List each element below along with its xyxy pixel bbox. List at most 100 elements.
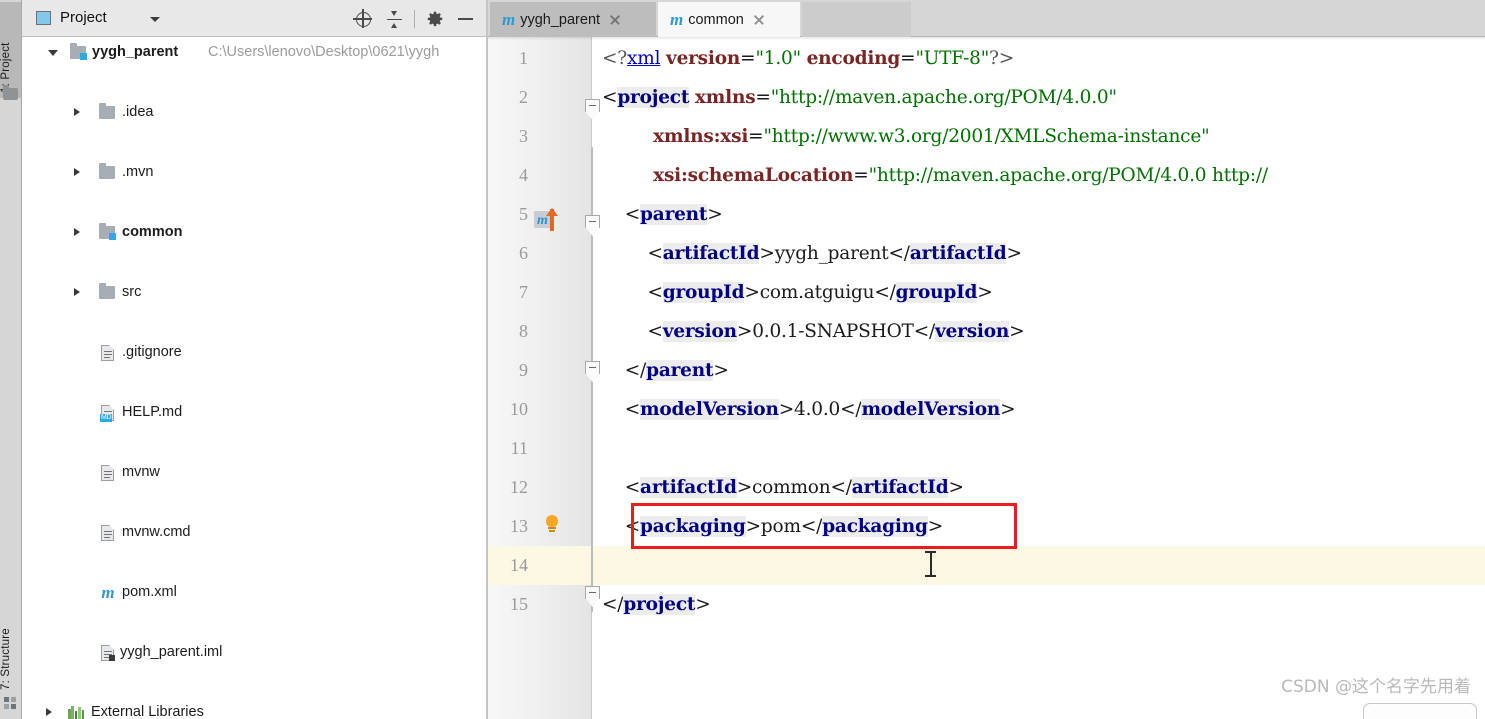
locate-icon: [353, 9, 372, 28]
token-br: <: [647, 243, 663, 264]
code-text[interactable]: <version>0.0.1-SNAPSHOT</version>: [602, 312, 1025, 351]
code-row[interactable]: 11: [488, 429, 1485, 468]
collapse-all-icon: [387, 11, 402, 28]
token-attr: xmlns:xsi: [653, 126, 749, 147]
token-tag: groupId: [662, 282, 745, 303]
tree-node-idea[interactable]: .idea: [22, 97, 488, 127]
code-editor[interactable]: 1 <?xml version="1.0" encoding="UTF-8"?> 2…: [488, 37, 1485, 719]
code-row[interactable]: 1 <?xml version="1.0" encoding="UTF-8"?>: [488, 39, 1485, 78]
code-text[interactable]: <?xml version="1.0" encoding="UTF-8"?>: [602, 39, 1014, 78]
tree-node-mvnw[interactable]: mvnw: [22, 457, 488, 487]
locate-button[interactable]: [349, 6, 379, 32]
close-icon[interactable]: [753, 14, 765, 26]
code-row[interactable]: 13 <packaging>pom</packaging>: [488, 507, 1485, 546]
chevron-right-icon[interactable]: [74, 228, 80, 236]
tree-node-external-libraries[interactable]: External Libraries: [22, 697, 488, 719]
tree-node-mvnw-cmd[interactable]: mvnw.cmd: [22, 517, 488, 547]
settings-button[interactable]: [420, 6, 450, 32]
editor-tab-yygh-parent[interactable]: m yygh_parent: [490, 2, 656, 37]
code-text[interactable]: <packaging>pom</packaging>: [602, 507, 943, 546]
tree-node-mvn[interactable]: .mvn: [22, 157, 488, 187]
tree-node-common[interactable]: common: [22, 217, 488, 247]
code-row[interactable]: 3 xmlns:xsi="http://www.w3.org/2001/XMLS…: [488, 117, 1485, 156]
chevron-down-icon[interactable]: [48, 50, 58, 56]
tree-node-help-md[interactable]: MD HELP.md: [22, 397, 488, 427]
editor-area: m yygh_parent m common 1 <?xml version="1…: [488, 0, 1485, 719]
code-row[interactable]: 4 xsi:schemaLocation="http://maven.apach…: [488, 156, 1485, 195]
collapse-all-button[interactable]: [379, 6, 409, 32]
code-text[interactable]: xsi:schemaLocation="http://maven.apache.…: [602, 156, 1268, 195]
tree-node-src[interactable]: src: [22, 277, 488, 307]
ide-window: 1: Project 7: Structure Project yygh_par…: [0, 0, 1485, 719]
token-attr: encoding: [806, 48, 901, 69]
code-row[interactable]: 5 <parent>: [488, 195, 1485, 234]
token-br: <: [602, 87, 618, 108]
libraries-icon: [68, 706, 85, 719]
token-br: >: [927, 516, 944, 537]
toolwindow-button-structure[interactable]: 7: Structure: [0, 600, 21, 694]
code-row[interactable]: 8 <version>0.0.1-SNAPSHOT</version>: [488, 312, 1485, 351]
tree-node-path: C:\Users\lenovo\Desktop\0621\yygh: [208, 44, 440, 60]
code-row[interactable]: 10 <modelVersion>4.0.0</modelVersion>: [488, 390, 1485, 429]
chevron-right-icon[interactable]: [74, 108, 80, 116]
token-br: <: [624, 399, 641, 420]
tree-node-label: pom.xml: [122, 584, 177, 600]
code-text[interactable]: <groupId>com.atguigu</groupId>: [602, 273, 993, 312]
tree-node-pom-xml[interactable]: m pom.xml: [22, 577, 488, 607]
hide-panel-button[interactable]: [450, 6, 480, 32]
token-br: >: [759, 243, 775, 264]
maven-file-icon: m: [670, 9, 684, 29]
code-row[interactable]: 7 <groupId>com.atguigu</groupId>: [488, 273, 1485, 312]
project-panel-toolbar: [349, 6, 480, 32]
close-icon[interactable]: [609, 14, 621, 26]
fold-marker-line-2[interactable]: [585, 99, 600, 121]
token-val: "http://www.w3.org/2001/XMLSchema-instan…: [763, 126, 1210, 147]
token-val: "http://maven.apache.org/POM/4.0.0": [770, 87, 1117, 108]
code-text[interactable]: <modelVersion>4.0.0</modelVersion>: [602, 390, 1016, 429]
token-tag: version: [935, 321, 1010, 342]
editor-tab-common[interactable]: m common: [658, 2, 800, 37]
maven-reimport-icon[interactable]: m: [534, 208, 562, 231]
code-text[interactable]: </parent>: [602, 351, 729, 390]
chevron-down-icon[interactable]: [150, 17, 160, 22]
toolwindow-button-project[interactable]: 1: Project: [0, 2, 21, 98]
tree-node-yygh-parent-iml[interactable]: yygh_parent.iml: [22, 637, 488, 667]
token-br: >: [736, 477, 753, 498]
tree-node-yygh-parent[interactable]: yygh_parent C:\Users\lenovo\Desktop\0621…: [22, 37, 488, 67]
tree-node-gitignore[interactable]: .gitignore: [22, 337, 488, 367]
chevron-right-icon[interactable]: [46, 708, 52, 716]
code-text[interactable]: </project>: [602, 585, 711, 624]
token-attr: xsi:schemaLocation: [653, 165, 854, 186]
token-val: "http://maven.apache.org/POM/4.0.0 http:…: [868, 165, 1269, 186]
lightbulb-intention-icon[interactable]: [544, 514, 560, 536]
fold-marker-line-5[interactable]: [585, 215, 600, 237]
token-txt: 0.0.1-SNAPSHOT: [752, 321, 914, 342]
code-text[interactable]: <artifactId>common</artifactId>: [602, 468, 964, 507]
token-txt: com.atguigu: [759, 282, 875, 303]
token-val: "1.0": [755, 48, 801, 69]
code-row[interactable]: 2 <project xmlns="http://maven.apache.org…: [488, 78, 1485, 117]
code-row[interactable]: 15 </project>: [488, 585, 1485, 624]
folder-icon: [99, 103, 115, 119]
token-eq: =: [900, 48, 916, 69]
token-tag: parent: [646, 360, 714, 381]
chevron-right-icon[interactable]: [74, 168, 80, 176]
project-view-icon: [36, 11, 51, 25]
token-txt: 4.0.0: [794, 399, 841, 420]
code-row[interactable]: 12 <artifactId>common</artifactId>: [488, 468, 1485, 507]
code-row[interactable]: 6 <artifactId>yygh_parent</artifactId>: [488, 234, 1485, 273]
file-icon: [101, 345, 114, 361]
token-br: >: [713, 360, 729, 381]
chevron-right-icon[interactable]: [74, 288, 80, 296]
code-text[interactable]: <artifactId>yygh_parent</artifactId>: [602, 234, 1022, 273]
code-row[interactable]: 9 </parent>: [488, 351, 1485, 390]
code-text[interactable]: <parent>: [602, 195, 723, 234]
code-text[interactable]: xmlns:xsi="http://www.w3.org/2001/XMLSch…: [602, 117, 1209, 156]
fold-marker-line-15[interactable]: [585, 586, 600, 608]
code-row[interactable]: 14: [488, 546, 1485, 585]
text-cursor-ibeam: [925, 551, 936, 577]
code-text[interactable]: <project xmlns="http://maven.apache.org/…: [602, 78, 1117, 117]
fold-marker-line-9[interactable]: [585, 361, 600, 383]
